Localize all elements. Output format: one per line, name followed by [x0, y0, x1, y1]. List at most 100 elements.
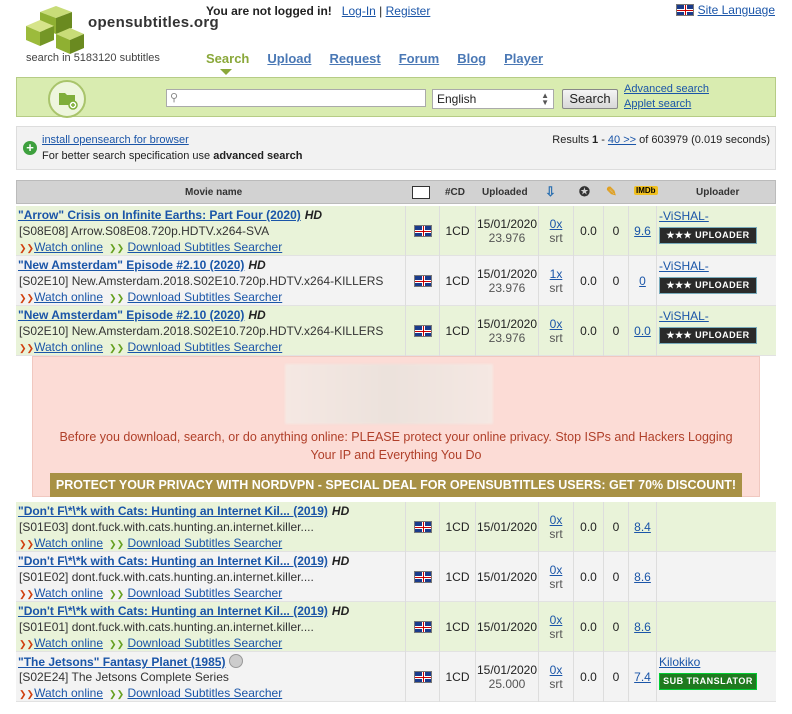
nav-active-arrow-icon [220, 69, 232, 75]
opensearch-link[interactable]: install opensearch for browser [42, 134, 189, 146]
user-rating-icon [229, 654, 244, 668]
movie-title-link[interactable]: "Don't F\*\*k with Cats: Hunting an Inte… [18, 504, 328, 518]
uploader-link[interactable]: -ViSHAL- [659, 309, 709, 323]
row-links: ❯❯Watch online ❯❯ Download Subtitles Sear… [19, 240, 282, 254]
imdb-col-icon: IMDb [634, 186, 658, 195]
imdb-rating-link[interactable]: 0 [639, 274, 646, 288]
register-link[interactable]: Register [386, 4, 431, 18]
col-uploader[interactable]: Uploader [696, 187, 739, 198]
movie-title-link[interactable]: "New Amsterdam" Episode #2.10 (2020) [18, 308, 244, 322]
watch-online-link[interactable]: Watch online [34, 536, 103, 550]
download-searcher-link[interactable]: Download Subtitles Searcher [127, 290, 282, 304]
imdb-rating-link[interactable]: 8.6 [634, 620, 651, 634]
download-searcher-link[interactable]: Download Subtitles Searcher [127, 240, 282, 254]
upload-date: 15/01/2020 [476, 267, 538, 281]
download-count-link[interactable]: 0x [550, 663, 563, 677]
hd-badge: HD [248, 258, 266, 272]
ad-cta-button[interactable]: PROTECT YOUR PRIVACY WITH NORDVPN - SPEC… [50, 473, 742, 497]
advanced-search-link[interactable]: Advanced search [624, 83, 709, 95]
imdb-rating-link[interactable]: 8.6 [634, 570, 651, 584]
download-searcher-link[interactable]: Download Subtitles Searcher [127, 340, 282, 354]
upload-date-cell: 15/01/2020 23.976 [476, 256, 538, 306]
upload-date-cell: 15/01/2020 23.976 [476, 306, 538, 356]
watch-online-link[interactable]: Watch online [34, 586, 103, 600]
search-button[interactable]: Search [562, 89, 618, 109]
col-uploaded[interactable]: Uploaded [482, 187, 528, 198]
upload-date: 15/01/2020 [476, 663, 538, 677]
nav-forum[interactable]: Forum [399, 51, 439, 66]
watch-online-link[interactable]: Watch online [34, 290, 103, 304]
uk-flag-icon [675, 4, 694, 16]
table-row: "Don't F\*\*k with Cats: Hunting an Inte… [16, 502, 776, 552]
download-count-link[interactable]: 0x [550, 613, 563, 627]
site-language[interactable]: Site Language [675, 3, 775, 17]
download-searcher-link[interactable]: Download Subtitles Searcher [127, 586, 282, 600]
movie-title-link[interactable]: "Don't F\*\*k with Cats: Hunting an Inte… [18, 604, 328, 618]
download-count-link[interactable]: 1x [550, 267, 563, 281]
nav-request[interactable]: Request [329, 51, 380, 66]
download-count-link[interactable]: 0x [550, 217, 563, 231]
language-col-icon [412, 186, 430, 199]
arrow-icon: ❯❯ [109, 689, 125, 699]
site-language-link[interactable]: Site Language [698, 3, 775, 17]
fps: 23.976 [488, 281, 526, 295]
movie-title-link[interactable]: "New Amsterdam" Episode #2.10 (2020) [18, 258, 244, 272]
uploader-link[interactable]: -ViSHAL- [659, 209, 709, 223]
uploader-link[interactable]: Kilokiko [659, 655, 700, 669]
language-flag-cell [406, 552, 439, 602]
arrow-icon: ❯❯ [19, 343, 35, 353]
format: srt [549, 677, 563, 691]
hd-badge: HD [331, 554, 350, 568]
nav-search[interactable]: Search [206, 51, 249, 66]
movie-title-link[interactable]: "The Jetsons" Fantasy Planet (1985) [18, 655, 225, 669]
download-searcher-link[interactable]: Download Subtitles Searcher [127, 636, 282, 650]
download-searcher-link[interactable]: Download Subtitles Searcher [127, 686, 282, 700]
nav-upload[interactable]: Upload [267, 51, 311, 66]
arrow-icon: ❯❯ [109, 343, 125, 353]
arrow-icon: ❯❯ [19, 539, 35, 549]
uploader-rank-badge: ★★★ UPLOADER [659, 277, 757, 294]
watch-online-link[interactable]: Watch online [34, 340, 103, 354]
cd-count: 1CD [445, 570, 470, 584]
uploader-link[interactable]: -ViSHAL- [659, 259, 709, 273]
cd-count: 1CD [445, 620, 470, 634]
imdb-cell: 0 [629, 256, 656, 306]
download-count-link[interactable]: 0x [550, 513, 563, 527]
rating: 0.0 [580, 520, 597, 534]
release-name: [S02E24] The Jetsons Complete Series [19, 670, 229, 684]
language-select[interactable]: English ▲ ▼ [432, 89, 554, 109]
search-input[interactable] [166, 89, 426, 107]
results-next-link[interactable]: 40 >> [608, 134, 636, 146]
hint-text: For better search specification use [42, 150, 214, 162]
info-bar [16, 126, 776, 170]
row-links: ❯❯Watch online ❯❯ Download Subtitles Sear… [19, 340, 282, 354]
movie-title-link[interactable]: "Arrow" Crisis on Infinite Earths: Part … [18, 208, 301, 222]
watch-online-link[interactable]: Watch online [34, 686, 103, 700]
movie-title-link[interactable]: "Don't F\*\*k with Cats: Hunting an Inte… [18, 554, 328, 568]
download-count-link[interactable]: 0x [550, 563, 563, 577]
imdb-cell: 0.0 [629, 306, 656, 356]
watch-online-link[interactable]: Watch online [34, 240, 103, 254]
arrow-icon: ❯❯ [19, 589, 35, 599]
col-cd[interactable]: #CD [445, 187, 465, 198]
imdb-rating-link[interactable]: 0.0 [634, 324, 651, 338]
col-movie-name[interactable]: Movie name [185, 187, 242, 198]
watch-online-link[interactable]: Watch online [34, 636, 103, 650]
row-links: ❯❯Watch online ❯❯ Download Subtitles Sear… [19, 686, 282, 700]
upload-date: 15/01/2020 [476, 570, 538, 584]
search-hint: For better search specification use adva… [42, 150, 302, 162]
upload-date: 15/01/2020 [476, 620, 538, 634]
login-link[interactable]: Log-In [342, 4, 376, 18]
applet-search-link[interactable]: Applet search [624, 98, 691, 110]
language-flag-cell [406, 206, 439, 256]
imdb-rating-link[interactable]: 9.6 [634, 224, 651, 238]
download-count-link[interactable]: 0x [550, 317, 563, 331]
nav-player[interactable]: Player [504, 51, 543, 66]
rating-col-icon: ✪ [579, 184, 590, 199]
hd-badge: HD [304, 208, 323, 222]
imdb-rating-link[interactable]: 8.4 [634, 520, 651, 534]
download-searcher-link[interactable]: Download Subtitles Searcher [127, 536, 282, 550]
arrow-icon: ❯❯ [109, 539, 125, 549]
imdb-rating-link[interactable]: 7.4 [634, 670, 651, 684]
nav-blog[interactable]: Blog [457, 51, 486, 66]
